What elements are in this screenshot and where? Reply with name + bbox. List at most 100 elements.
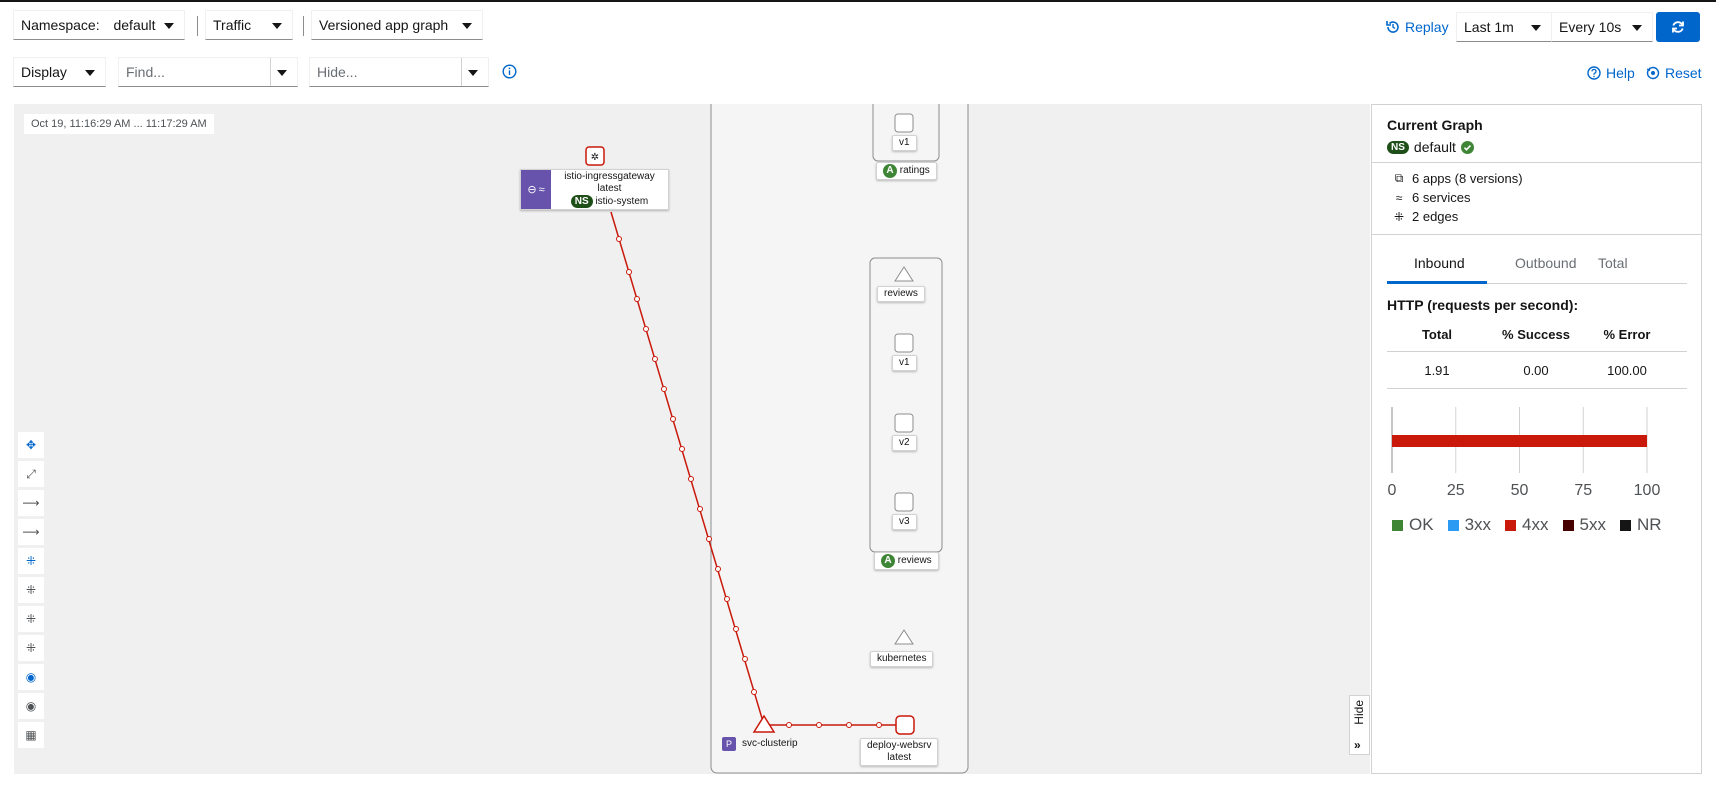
- graph-type-select[interactable]: Versioned app graph: [311, 10, 483, 40]
- namespace-value: default: [113, 17, 156, 33]
- display-label: Display: [21, 64, 67, 80]
- chevron-down-icon: [462, 23, 472, 29]
- apps-icon: ⧉: [1394, 171, 1404, 185]
- tab-outbound[interactable]: Outbound: [1515, 255, 1577, 271]
- fit-screen-icon[interactable]: ⤢: [18, 461, 44, 487]
- tab-inbound[interactable]: Inbound: [1414, 255, 1465, 271]
- col-success: % Success: [1502, 327, 1570, 342]
- find-divider: [270, 58, 271, 86]
- namespace-layout-icon[interactable]: ◉: [18, 664, 44, 690]
- reset-label: Reset: [1665, 65, 1702, 81]
- value-total: 1.91: [1424, 363, 1450, 378]
- deploy-websrv-label: deploy-websrv latest: [860, 738, 939, 766]
- chevron-down-icon: [85, 70, 95, 76]
- chevron-down-icon: [272, 23, 282, 29]
- hide-tab-label: Hide: [1352, 700, 1366, 725]
- services-icon: ≈: [1395, 190, 1403, 205]
- help-icon: [1587, 66, 1601, 80]
- legend-5xx: 5xx: [1562, 515, 1606, 535]
- namespace-layout-2-icon[interactable]: ◉: [18, 693, 44, 719]
- duration-select[interactable]: Last 1m: [1456, 12, 1552, 42]
- gateway-node-card[interactable]: ⊖ ≈ istio-ingressgateway latest NS istio-…: [520, 169, 669, 210]
- legend-swatch: [1505, 520, 1517, 532]
- edges-count: 2 edges: [1412, 209, 1459, 224]
- layout-cola-icon[interactable]: ⁜: [18, 606, 44, 632]
- chevron-down-icon[interactable]: [468, 70, 478, 76]
- info-icon[interactable]: [502, 64, 517, 84]
- services-count: 6 services: [1412, 190, 1471, 205]
- ns-badge: NS: [1387, 140, 1409, 154]
- col-error: % Error: [1603, 327, 1651, 342]
- layout-dagre-icon[interactable]: ⁜: [18, 548, 44, 574]
- reset-icon: [1646, 66, 1660, 80]
- traffic-select[interactable]: Traffic: [205, 10, 293, 40]
- replay-button[interactable]: Replay: [1386, 17, 1449, 37]
- find-input[interactable]: Find...: [118, 57, 298, 87]
- legend-nr: NR: [1619, 515, 1662, 535]
- apps-count: 6 apps (8 versions): [1412, 171, 1523, 186]
- refresh-icon: [1672, 21, 1684, 33]
- tab-total[interactable]: Total: [1598, 255, 1628, 271]
- gateway-namespace: NS istio-system: [551, 195, 668, 208]
- services-stat: ≈6 services: [1392, 190, 1471, 205]
- http-title: HTTP (requests per second):: [1387, 297, 1579, 313]
- layout-arrow-icon[interactable]: ⟶: [18, 490, 44, 516]
- replay-label: Replay: [1405, 19, 1449, 35]
- x-tick-label: 100: [1634, 482, 1661, 499]
- reviews-v3-node[interactable]: [894, 492, 914, 512]
- table-divider: [1387, 388, 1687, 389]
- panel-divider: [1372, 162, 1701, 163]
- summary-panel: Current Graph NS default ⧉ 6 apps (8 vers…: [1371, 104, 1702, 774]
- refresh-button[interactable]: [1656, 12, 1700, 42]
- chevron-down-icon: [1531, 25, 1541, 31]
- reviews-v1-node[interactable]: [894, 333, 914, 353]
- reviews-v1-label: v1: [892, 355, 917, 371]
- reviews-v2-node[interactable]: [894, 413, 914, 433]
- refresh-interval-select[interactable]: Every 10s: [1551, 12, 1653, 42]
- pan-zoom-icon[interactable]: ✥: [18, 432, 44, 458]
- chevron-down-icon[interactable]: [277, 70, 287, 76]
- edges-stat: ⁜ 2 edges: [1392, 209, 1458, 224]
- duration-label: Last 1m: [1464, 19, 1514, 35]
- x-tick-label: 75: [1574, 482, 1592, 499]
- app-badge: A: [881, 554, 895, 568]
- gateway-name: istio-ingressgateway: [564, 171, 655, 182]
- deploy-websrv-node[interactable]: [895, 715, 915, 735]
- reviews-app-label: A reviews: [874, 552, 939, 570]
- reset-button[interactable]: Reset: [1646, 63, 1702, 83]
- hide-input[interactable]: Hide...: [309, 57, 489, 87]
- display-select[interactable]: Display: [13, 57, 106, 87]
- rps-bar-chart: 0 25 50 75 100: [1388, 407, 1661, 499]
- layout-arrow-2-icon[interactable]: ⟶: [18, 519, 44, 545]
- reviews-v2-label: v2: [892, 435, 917, 451]
- service-icon: ≈: [538, 183, 545, 196]
- help-button[interactable]: Help: [1587, 63, 1635, 83]
- graph-canvas[interactable]: ✲ Oct 19, 11:16:29 AM ... 11:17:29 AM ⊖ ≈…: [14, 104, 1370, 774]
- graph-type-label: Versioned app graph: [319, 17, 449, 33]
- ns-badge: NS: [570, 195, 593, 208]
- kubernetes-label: kubernetes: [870, 651, 934, 667]
- legend-swatch: [1619, 520, 1631, 532]
- legend-3xx: 3xx: [1447, 515, 1491, 535]
- legend-map-icon[interactable]: ▦: [18, 722, 44, 748]
- replay-icon: [1386, 21, 1399, 33]
- top-border: [0, 0, 1716, 2]
- reviews-service-label: reviews: [877, 286, 925, 302]
- x-tick-label: 50: [1511, 482, 1529, 499]
- ratings-v1-node[interactable]: [894, 113, 914, 133]
- legend-swatch: [1562, 520, 1574, 532]
- deploy-websrv-version: latest: [887, 752, 912, 763]
- tab-active-indicator: [1387, 281, 1487, 284]
- help-label: Help: [1606, 65, 1635, 81]
- apps-stat: ⧉ 6 apps (8 versions): [1392, 171, 1523, 186]
- traffic-label: Traffic: [213, 17, 252, 33]
- hide-panel-tab[interactable]: Hide »: [1349, 695, 1370, 755]
- chart-legend: OK 3xx 4xx 5xx NR: [1392, 515, 1662, 535]
- panel-namespace-name: default: [1413, 139, 1456, 155]
- layout-grid-icon[interactable]: ⁜: [18, 635, 44, 661]
- layout-cose-icon[interactable]: ⁜: [18, 577, 44, 603]
- hide-placeholder: Hide...: [317, 64, 358, 80]
- legend-ok: OK: [1392, 515, 1434, 535]
- namespace-select[interactable]: Namespace: default: [13, 10, 185, 40]
- col-total: Total: [1421, 327, 1453, 342]
